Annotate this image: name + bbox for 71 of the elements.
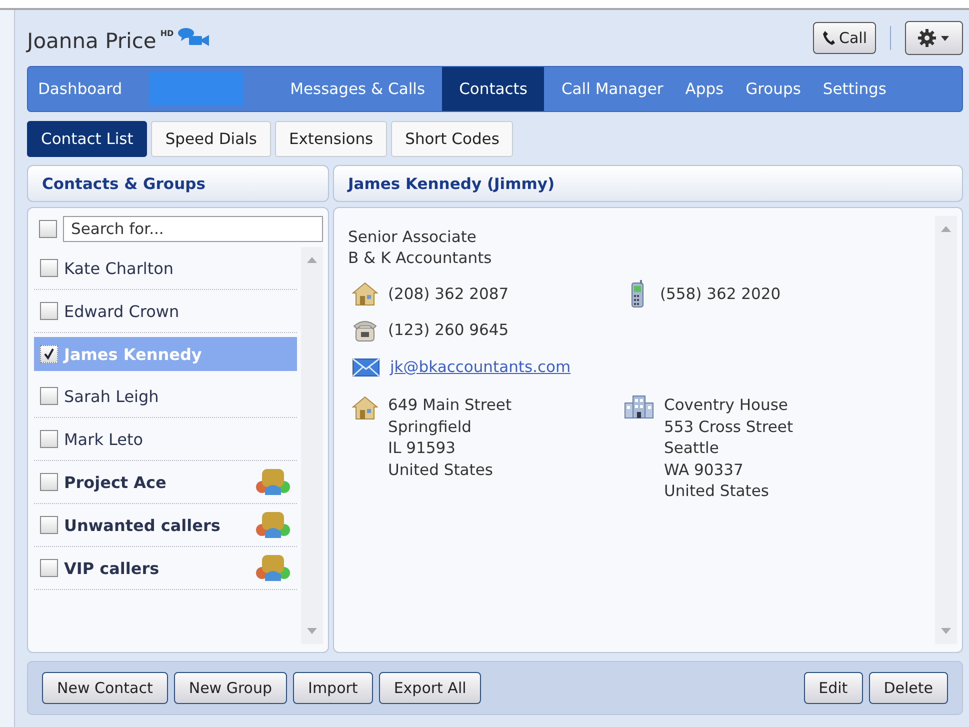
nav-tab[interactable]: Dashboard bbox=[28, 67, 134, 111]
contact-list-item[interactable]: Mark Leto bbox=[34, 418, 297, 461]
address-line: Springfield bbox=[388, 416, 472, 438]
group-icon bbox=[255, 553, 291, 583]
footer-button[interactable]: Export All bbox=[378, 672, 482, 704]
envelope-icon bbox=[352, 357, 380, 377]
scroll-down-icon[interactable] bbox=[941, 628, 951, 634]
search-field[interactable]: Search for... bbox=[63, 216, 323, 242]
checkbox[interactable] bbox=[40, 559, 58, 577]
nav-tab[interactable]: Settings bbox=[812, 67, 898, 111]
contact-list-item[interactable]: VIP callers bbox=[34, 547, 297, 590]
contact-list-item[interactable]: Project Ace bbox=[34, 461, 297, 504]
nav-tab[interactable]: Call Manager bbox=[550, 67, 674, 111]
address-line: 649 Main Street bbox=[388, 395, 512, 416]
footer-button[interactable]: Delete bbox=[868, 672, 948, 704]
select-all-checkbox[interactable] bbox=[39, 220, 57, 238]
scrollbar[interactable] bbox=[301, 247, 323, 644]
checkbox[interactable] bbox=[40, 259, 58, 277]
footer-button[interactable]: Edit bbox=[804, 672, 863, 704]
phone-icon bbox=[822, 30, 836, 46]
settings-menu-button[interactable] bbox=[905, 21, 963, 55]
nav-tab[interactable]: Apps bbox=[674, 67, 735, 111]
email-link[interactable]: jk@bkaccountants.com bbox=[390, 358, 571, 376]
call-button[interactable]: Call bbox=[812, 22, 876, 54]
panel-title: Contacts & Groups bbox=[42, 174, 206, 192]
house-icon bbox=[352, 281, 378, 307]
footer-button[interactable]: Import bbox=[293, 672, 373, 704]
contact-list-item[interactable]: Unwanted callers bbox=[34, 504, 297, 547]
checkbox[interactable] bbox=[40, 387, 58, 405]
chat-video-icon bbox=[178, 27, 210, 47]
checkbox[interactable] bbox=[40, 473, 58, 491]
address-line: IL 91593 bbox=[388, 438, 456, 459]
contact-title: James Kennedy (Jimmy) bbox=[348, 174, 555, 192]
user-name: Joanna Price bbox=[27, 28, 156, 55]
footer-button[interactable]: New Group bbox=[174, 672, 288, 704]
contact-list-item[interactable]: Edward Crown bbox=[34, 290, 297, 333]
address-line: 553 Cross Street bbox=[664, 416, 794, 438]
address-line: Coventry House bbox=[664, 395, 789, 416]
group-icon bbox=[255, 467, 291, 497]
group-icon bbox=[255, 510, 291, 540]
phone-number: (208) 362 2087 bbox=[388, 285, 509, 303]
phone-number: (123) 260 9645 bbox=[388, 321, 509, 339]
contact-list-item[interactable]: Kate Charlton bbox=[34, 247, 297, 290]
sub-tab[interactable]: Contact List bbox=[27, 121, 148, 157]
job-title: Senior Associate bbox=[348, 227, 478, 248]
address-line: WA 90337 bbox=[664, 460, 744, 480]
sub-tab[interactable]: Extensions bbox=[274, 121, 388, 157]
house-icon bbox=[352, 395, 378, 421]
nav-tab[interactable]: Groups bbox=[734, 67, 812, 111]
address-line: United States bbox=[388, 460, 494, 480]
checkbox[interactable] bbox=[40, 516, 58, 534]
contact-list-item[interactable]: Sarah Leigh bbox=[34, 375, 297, 418]
scrollbar[interactable] bbox=[935, 216, 957, 644]
company-name: B & K Accountants bbox=[348, 248, 493, 269]
nav-tab[interactable]: Contacts bbox=[442, 67, 544, 111]
nav-tab[interactable]: Messages & Calls bbox=[279, 67, 436, 111]
sub-tab[interactable]: Short Codes bbox=[391, 121, 514, 157]
scroll-up-icon[interactable] bbox=[941, 226, 951, 232]
address-line: United States bbox=[664, 481, 770, 502]
checkbox[interactable] bbox=[40, 430, 58, 448]
sub-tab[interactable]: Speed Dials bbox=[151, 121, 271, 157]
settings-icon bbox=[917, 28, 951, 48]
office-building-icon bbox=[624, 395, 654, 419]
hd-label: HD bbox=[160, 29, 174, 38]
phone-number: (558) 362 2020 bbox=[660, 285, 781, 303]
address-line: Seattle bbox=[664, 438, 720, 459]
checkbox[interactable] bbox=[40, 345, 58, 363]
checkbox[interactable] bbox=[40, 302, 58, 320]
scroll-down-icon[interactable] bbox=[307, 628, 317, 634]
footer-button[interactable]: New Contact bbox=[42, 672, 168, 704]
scroll-up-icon[interactable] bbox=[307, 257, 317, 263]
